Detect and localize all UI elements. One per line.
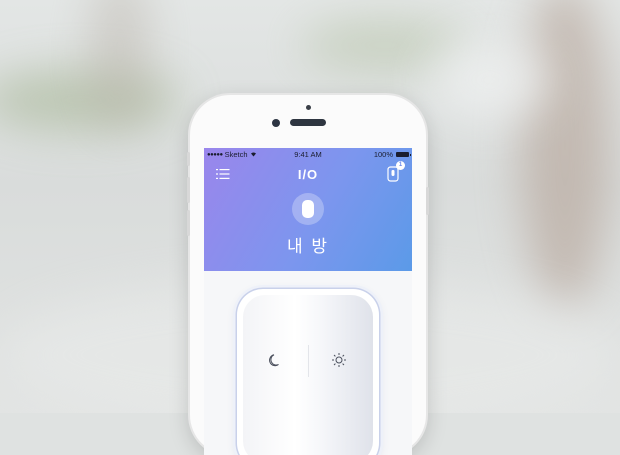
app-logo: I/O xyxy=(297,167,319,182)
room-icon-button[interactable] xyxy=(292,193,324,225)
power-button xyxy=(426,187,429,215)
front-camera xyxy=(272,119,280,127)
phone-mockup: ●●●●● Sketch 9:41 AM 100% I/O 1 내 방 xyxy=(187,95,429,455)
status-bar: ●●●●● Sketch 9:41 AM 100% xyxy=(204,150,412,162)
room-header: ●●●●● Sketch 9:41 AM 100% I/O 1 내 방 xyxy=(204,148,412,271)
app-screen: ●●●●● Sketch 9:41 AM 100% I/O 1 내 방 xyxy=(204,148,412,455)
earpiece-speaker xyxy=(290,119,326,126)
moon-icon[interactable] xyxy=(268,352,284,368)
switch-panel xyxy=(237,289,379,455)
panel-divider xyxy=(308,345,309,377)
device-button[interactable]: 1 xyxy=(386,161,405,182)
battery-percent: 100% xyxy=(373,150,393,159)
room-title: 내 방 xyxy=(286,237,329,256)
volume-down-button xyxy=(187,210,190,236)
light-switch-icon xyxy=(302,200,314,218)
front-sensor xyxy=(306,105,311,110)
mute-switch xyxy=(187,152,190,166)
volume-up-button xyxy=(187,177,190,203)
notification-badge: 1 xyxy=(396,161,405,170)
sun-icon[interactable] xyxy=(331,352,347,368)
battery-icon xyxy=(396,152,411,157)
